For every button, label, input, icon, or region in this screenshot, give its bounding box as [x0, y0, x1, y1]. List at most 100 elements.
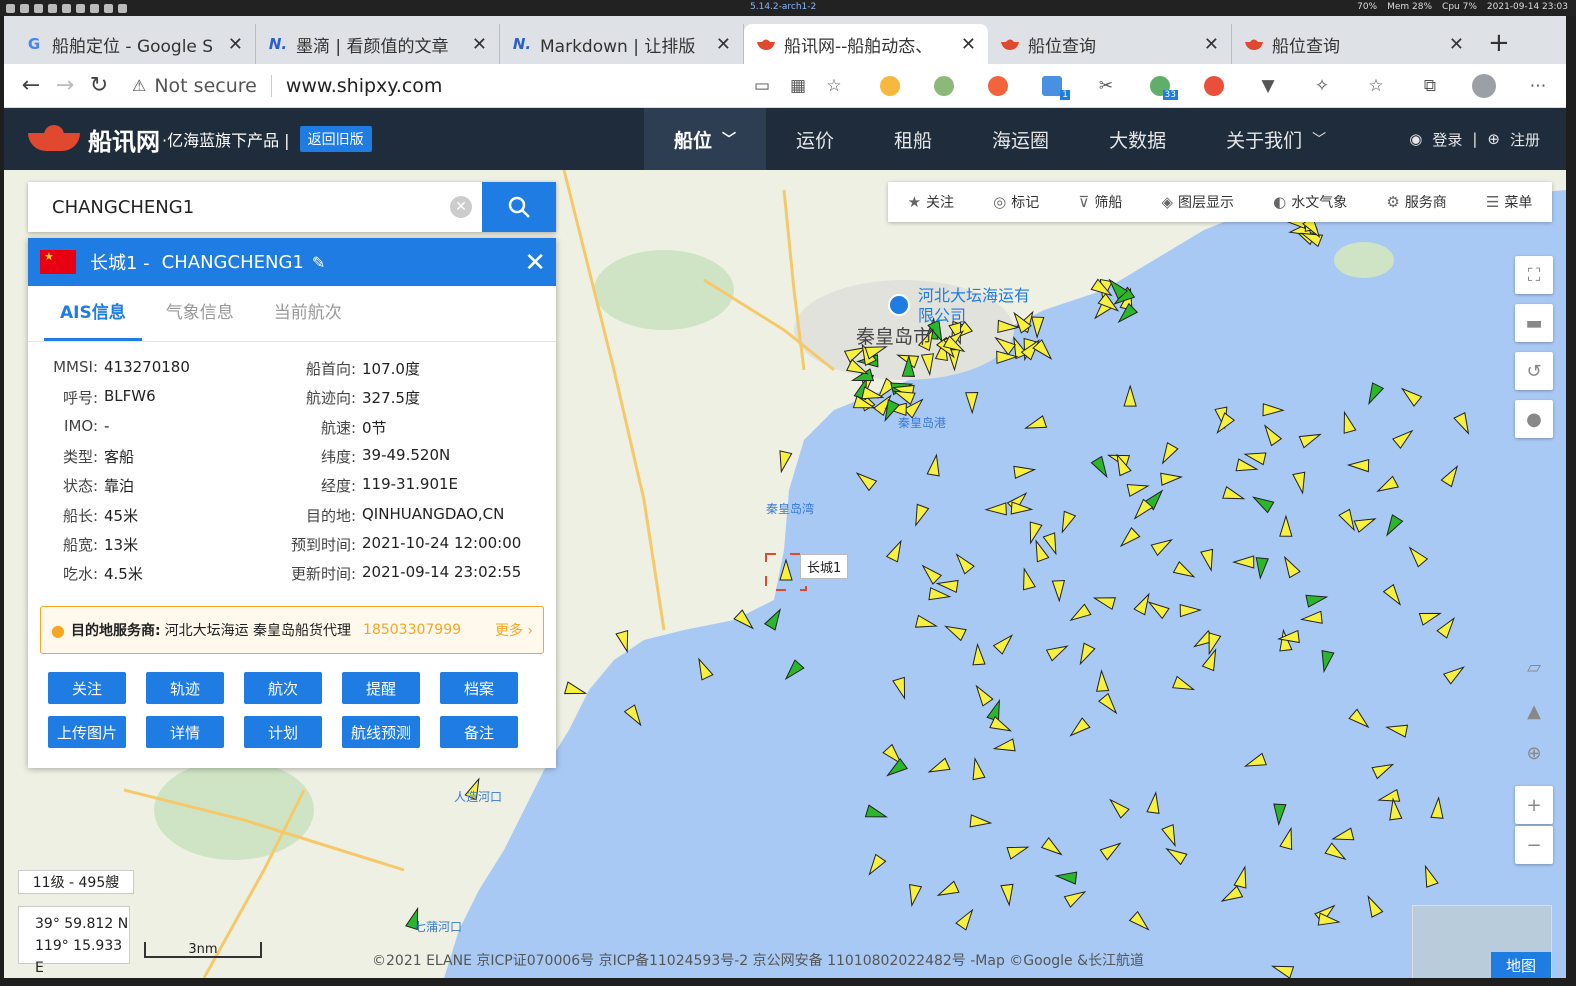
vessel-marker[interactable] — [1273, 803, 1287, 827]
vessel-marker[interactable] — [1243, 448, 1267, 466]
vessel-marker[interactable] — [1172, 561, 1196, 582]
browser-tab-active[interactable]: 船讯网--船舶动态、 ✕ — [744, 24, 988, 64]
vessel-marker[interactable] — [1045, 641, 1070, 662]
vessel-marker[interactable] — [1348, 708, 1372, 731]
vessel-marker[interactable] — [1270, 961, 1295, 978]
tray-icon[interactable] — [34, 3, 43, 13]
vessel-marker[interactable] — [1067, 717, 1091, 740]
vessel-marker[interactable] — [1150, 535, 1174, 557]
browser-tab[interactable]: G 船舶定位 - Google S ✕ — [12, 24, 256, 64]
vessel-marker[interactable] — [1418, 608, 1442, 626]
nav-freight[interactable]: 运价 — [766, 108, 864, 170]
vessel-marker[interactable] — [1054, 870, 1078, 885]
vessel-marker[interactable] — [1201, 648, 1222, 672]
vessel-marker[interactable] — [1123, 384, 1137, 407]
ship-action-button[interactable]: 提醒 — [342, 672, 420, 704]
extension-icon[interactable] — [980, 74, 1016, 98]
ship-action-button[interactable]: 详情 — [146, 716, 224, 748]
close-tab-icon[interactable]: ✕ — [1204, 34, 1219, 55]
toolbox-button[interactable]: ▬ — [1515, 304, 1553, 342]
tray-icon[interactable] — [6, 3, 15, 13]
site-logo[interactable]: 船讯网 ·亿海蓝旗下产品 | 返回旧版 — [4, 122, 372, 157]
vessel-marker[interactable] — [1024, 415, 1048, 434]
vessel-marker[interactable] — [1305, 591, 1329, 608]
vessel-marker[interactable] — [1200, 548, 1217, 572]
locate-button[interactable]: ⊕ — [1515, 734, 1553, 772]
vessel-marker[interactable] — [1235, 458, 1259, 475]
register-link[interactable]: 注册 — [1510, 129, 1540, 150]
vessel-marker[interactable] — [1146, 597, 1170, 620]
vessel-marker[interactable] — [943, 621, 967, 642]
vessel-marker[interactable] — [1098, 692, 1121, 717]
more-link[interactable]: 更多 › — [495, 620, 533, 640]
vessel-marker[interactable] — [1364, 382, 1385, 406]
vessel-marker[interactable] — [1219, 885, 1244, 906]
ship-action-button[interactable]: 航线预测 — [342, 716, 420, 748]
edit-icon[interactable]: ✎ — [312, 253, 325, 272]
vessel-marker[interactable] — [992, 738, 1016, 755]
vessel-marker[interactable] — [1339, 410, 1357, 434]
extension-icon[interactable]: 33 — [1142, 74, 1178, 100]
vessel-marker[interactable] — [1262, 403, 1285, 417]
close-tab-icon[interactable]: ✕ — [961, 34, 976, 55]
map-type-switch[interactable]: 地图 — [1412, 905, 1552, 978]
vessel-marker[interactable] — [914, 614, 939, 632]
close-tab-icon[interactable]: ✕ — [1449, 34, 1464, 55]
vessel-marker[interactable] — [965, 391, 979, 415]
vessel-marker[interactable] — [1231, 555, 1255, 569]
vessel-marker[interactable] — [1331, 827, 1355, 845]
map-canvas[interactable]: 河北大坛海运有 限公司 秦皇岛市 秦皇岛港 秦皇岛湾 人造河口 七蒲河口 长城1… — [4, 170, 1566, 978]
vessel-marker[interactable] — [1318, 650, 1335, 674]
vessel-marker[interactable] — [1025, 521, 1043, 545]
ship-action-button[interactable]: 轨迹 — [146, 672, 224, 704]
tool-weather[interactable]: ◐ 水文气象 — [1273, 192, 1347, 212]
tray-icon[interactable] — [48, 3, 57, 13]
vessel-marker[interactable] — [1442, 662, 1467, 685]
vessel-marker[interactable] — [1057, 510, 1077, 534]
nav-shipposition[interactable]: 船位 ﹀ — [644, 108, 767, 170]
fullscreen-button[interactable]: ⛶ — [1515, 256, 1553, 294]
login-link[interactable]: 登录 — [1432, 129, 1462, 150]
browser-tab[interactable]: 船位查询 ✕ — [988, 24, 1232, 64]
forward-arrow-icon[interactable]: → — [48, 73, 82, 98]
vessel-marker[interactable] — [1292, 471, 1309, 495]
ship-action-button[interactable]: 航次 — [244, 672, 322, 704]
vessel-marker[interactable] — [1157, 442, 1179, 466]
vessel-marker[interactable] — [1254, 557, 1269, 580]
scissors-icon[interactable]: ✂ — [1088, 74, 1124, 98]
vessel-marker[interactable] — [1146, 791, 1162, 814]
reload-icon[interactable]: ↻ — [82, 73, 116, 98]
vessel-marker[interactable] — [1000, 883, 1015, 907]
vessel-marker[interactable] — [1375, 475, 1400, 496]
vessel-marker[interactable] — [1363, 894, 1384, 918]
vessel-marker[interactable] — [1222, 485, 1246, 505]
vessel-marker[interactable] — [1010, 501, 1034, 515]
favorites-list-icon[interactable]: ☆ — [1358, 74, 1394, 98]
selected-ship-label[interactable]: 长城1 — [800, 554, 849, 579]
vessel-marker[interactable] — [1436, 615, 1459, 639]
vessel-marker[interactable] — [1243, 752, 1267, 771]
ship-action-button[interactable]: 备注 — [440, 716, 518, 748]
vessel-marker[interactable] — [1279, 514, 1293, 537]
vessel-marker[interactable] — [910, 503, 930, 527]
apps-grid-icon[interactable]: ▦ — [780, 74, 816, 98]
extension-icon[interactable] — [926, 74, 962, 98]
vessel-marker[interactable] — [1382, 583, 1405, 608]
vessel-marker[interactable] — [1371, 759, 1395, 780]
vessel-marker[interactable] — [1096, 669, 1110, 692]
vessel-marker[interactable] — [1090, 455, 1112, 480]
close-tab-icon[interactable]: ✕ — [228, 34, 243, 55]
tool-layers[interactable]: ◈ 图层显示 — [1161, 192, 1234, 212]
close-tab-icon[interactable]: ✕ — [472, 34, 487, 55]
vessel-marker[interactable] — [892, 676, 910, 700]
vimium-icon[interactable]: ▼ — [1250, 74, 1286, 98]
ruler-button[interactable]: ▱ — [1515, 648, 1553, 686]
zoom-in-button[interactable]: + — [1515, 786, 1553, 824]
vessel-marker[interactable] — [1260, 422, 1283, 447]
company-pin-icon[interactable] — [888, 294, 910, 316]
ship-action-button[interactable]: 上传图片 — [48, 716, 126, 748]
vessel-marker[interactable] — [972, 642, 986, 666]
vessel-marker[interactable] — [1346, 458, 1370, 473]
tool-follow[interactable]: ★ 关注 — [908, 192, 954, 212]
search-button[interactable] — [482, 182, 556, 232]
